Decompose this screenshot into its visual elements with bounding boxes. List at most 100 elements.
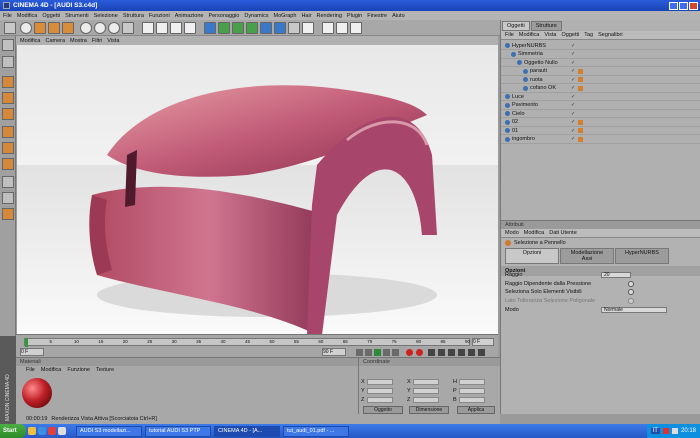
- tab-strutture[interactable]: Strutture: [530, 21, 562, 31]
- object-tag-icon[interactable]: [578, 85, 583, 91]
- visibility-toggle[interactable]: ✓: [571, 111, 575, 117]
- use-polygons-tool-icon[interactable]: [2, 158, 14, 170]
- visibility-toggle[interactable]: ✓: [571, 77, 575, 83]
- environment-icon[interactable]: [274, 22, 286, 34]
- tray-antivirus-icon[interactable]: [662, 428, 669, 434]
- previous-frame-icon[interactable]: [365, 349, 372, 356]
- x-axis-icon[interactable]: [80, 22, 92, 34]
- menu-mograph[interactable]: MoGraph: [274, 13, 297, 19]
- object-tag-icon[interactable]: [578, 68, 583, 74]
- snap-icon[interactable]: [2, 208, 14, 220]
- object-row[interactable]: Luce ✓: [501, 93, 700, 101]
- menu-modifica[interactable]: Modifica: [17, 13, 37, 19]
- y-axis-icon[interactable]: [94, 22, 106, 34]
- object-tag-icon[interactable]: [578, 119, 583, 125]
- playhead[interactable]: [25, 338, 28, 347]
- light-icon[interactable]: [302, 22, 314, 34]
- object-row[interactable]: cofano OK ✓: [501, 85, 700, 93]
- undo-icon[interactable]: [4, 22, 16, 34]
- spline-icon[interactable]: [232, 22, 244, 34]
- enable-axis-icon[interactable]: [2, 176, 14, 188]
- pos-y-field[interactable]: [367, 388, 393, 394]
- end-range-field[interactable]: 90 F: [322, 348, 346, 356]
- object-menu-oggetti[interactable]: Oggetti: [562, 32, 580, 38]
- rot-h-field[interactable]: [459, 379, 485, 385]
- viewport-3d[interactable]: [17, 45, 498, 334]
- viewport-menu-mostra[interactable]: Mostra: [70, 38, 87, 44]
- menu-personaggio[interactable]: Personaggio: [208, 13, 239, 19]
- parameter-key-icon[interactable]: [468, 349, 475, 356]
- material-menu-funzione[interactable]: Funzione: [67, 367, 90, 373]
- menu-plugin[interactable]: Plugin: [347, 13, 362, 19]
- viewport-menu-vista[interactable]: Vista: [107, 38, 119, 44]
- tray-volume-icon[interactable]: [671, 428, 678, 434]
- next-frame-icon[interactable]: [383, 349, 390, 356]
- end-frame-field[interactable]: 0 F: [472, 338, 494, 346]
- visibility-toggle[interactable]: ✓: [571, 85, 575, 91]
- tweak-mode-icon[interactable]: [2, 192, 14, 204]
- quicklaunch-media-icon[interactable]: [48, 427, 56, 435]
- use-model-tool-icon[interactable]: [2, 56, 14, 68]
- attribute-menu-dati-utente[interactable]: Dati Utente: [549, 230, 577, 236]
- deformer-icon[interactable]: [260, 22, 272, 34]
- object-menu-modifica[interactable]: Modifica: [519, 32, 539, 38]
- start-button[interactable]: Start: [0, 424, 26, 438]
- visibility-toggle[interactable]: ✓: [571, 51, 575, 57]
- material-menu-texture[interactable]: Texture: [96, 367, 114, 373]
- object-row[interactable]: ingombro ✓: [501, 136, 700, 144]
- record-icon[interactable]: [406, 349, 413, 356]
- array-icon[interactable]: [246, 22, 258, 34]
- attribute-menu-modifica[interactable]: Modifica: [524, 230, 544, 236]
- language-indicator[interactable]: IT: [650, 428, 660, 434]
- visibility-toggle[interactable]: ✓: [571, 60, 575, 66]
- menu-strumenti[interactable]: Strumenti: [65, 13, 89, 19]
- play-icon[interactable]: [374, 349, 381, 356]
- object-row[interactable]: Cielo ✓: [501, 110, 700, 118]
- go-to-start-icon[interactable]: [356, 349, 363, 356]
- make-editable-icon[interactable]: [2, 39, 14, 51]
- minimize-button[interactable]: [669, 1, 678, 10]
- object-row[interactable]: Simmetria ✓: [501, 51, 700, 59]
- object-menu-vista[interactable]: Vista: [544, 32, 556, 38]
- material-menu-file[interactable]: File: [26, 367, 35, 373]
- object-row[interactable]: 02 ✓: [501, 119, 700, 127]
- object-menu-file[interactable]: File: [505, 32, 514, 38]
- tab-oggetti[interactable]: Oggetti: [502, 21, 530, 31]
- menu-funzioni[interactable]: Funzioni: [149, 13, 170, 19]
- coordinate-system-icon[interactable]: [122, 22, 134, 34]
- pos-x-field[interactable]: [367, 379, 393, 385]
- rotation-key-icon[interactable]: [458, 349, 465, 356]
- z-axis-icon[interactable]: [108, 22, 120, 34]
- pos-z-field[interactable]: [367, 397, 393, 403]
- layout-switch-icon[interactable]: [336, 22, 348, 34]
- menu-file[interactable]: File: [3, 13, 12, 19]
- task-tutorial-ptp[interactable]: tutorial AUDI S3 PTP: [145, 425, 211, 437]
- quicklaunch-explorer-icon[interactable]: [28, 427, 36, 435]
- menu-finestre[interactable]: Finestre: [367, 13, 387, 19]
- task-audi-modellazione[interactable]: AUDI S3 modellazi...: [76, 425, 142, 437]
- start-frame-field[interactable]: 0 F: [20, 348, 44, 356]
- visibility-toggle[interactable]: ✓: [571, 94, 575, 100]
- object-row[interactable]: ruota ✓: [501, 76, 700, 84]
- keyframe-selection-icon[interactable]: [428, 349, 435, 356]
- menu-rendering[interactable]: Rendering: [317, 13, 342, 19]
- visibility-toggle[interactable]: ✓: [571, 102, 575, 108]
- object-menu-segnalibri[interactable]: Segnalibri: [598, 32, 622, 38]
- task-pdf[interactable]: tut_audi_01.pdf - ...: [283, 425, 349, 437]
- maximize-button[interactable]: [679, 1, 688, 10]
- camera-icon[interactable]: [288, 22, 300, 34]
- visibility-toggle[interactable]: ✓: [571, 128, 575, 134]
- viewport-menu-camera[interactable]: Camera: [45, 38, 65, 44]
- task-cinema4d[interactable]: CINEMA 4D - [A...: [214, 425, 280, 437]
- quicklaunch-ie-icon[interactable]: [38, 427, 46, 435]
- visibility-toggle[interactable]: ✓: [571, 68, 575, 74]
- menu-oggetti[interactable]: Oggetti: [42, 13, 60, 19]
- rot-p-field[interactable]: [459, 388, 485, 394]
- modo-select[interactable]: Normale: [601, 307, 667, 313]
- render-picture-viewer-icon[interactable]: [170, 22, 182, 34]
- menu-aiuto[interactable]: Aiuto: [392, 13, 405, 19]
- visibility-toggle[interactable]: ✓: [571, 119, 575, 125]
- use-texture-tool-icon[interactable]: [2, 92, 14, 104]
- use-object-tool-icon[interactable]: [2, 76, 14, 88]
- material-swatch[interactable]: [22, 378, 52, 408]
